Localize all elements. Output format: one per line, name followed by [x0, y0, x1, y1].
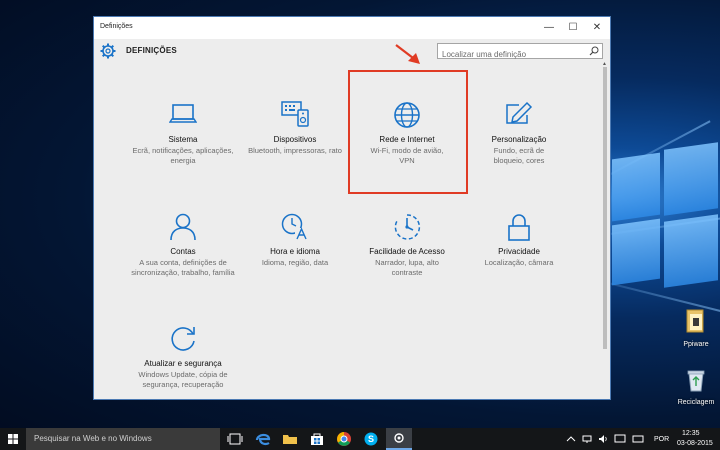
desktop-icon-ppiware[interactable]: Ppiware: [674, 308, 718, 348]
desktop-icon-reciclagem[interactable]: Reciclagem: [674, 368, 718, 406]
tile-title: Contas: [170, 247, 196, 256]
tile-personalizacao[interactable]: Personalização Fundo, ecrã de bloqueio, …: [464, 101, 574, 201]
store-icon: [311, 433, 323, 445]
clock-time[interactable]: 12:35: [682, 430, 700, 437]
scroll-up-arrow[interactable]: ▲: [602, 61, 607, 67]
tile-description: Idioma, região, data: [261, 258, 329, 267]
accessibility-icon: [394, 214, 421, 240]
page-title: DEFINIÇÕES: [126, 46, 177, 55]
search-icon[interactable]: [589, 46, 599, 56]
keyboard-icon[interactable]: [632, 434, 644, 444]
start-button[interactable]: [0, 428, 26, 450]
taskbar-settings[interactable]: [386, 428, 412, 450]
taskbar-store[interactable]: [304, 428, 330, 450]
windows-wallpaper-logo: [612, 142, 718, 292]
tile-description: Narrador, lupa, alto contraste: [375, 258, 439, 277]
taskbar: Pesquisar na Web e no Windows S POR 12:3…: [0, 428, 720, 450]
red-arrow-icon: [395, 44, 420, 64]
folder-icon: [686, 309, 704, 333]
devices-icon: [281, 101, 309, 127]
clock-date[interactable]: 03-08-2015: [677, 440, 713, 447]
tile-contas[interactable]: Contas A sua conta, definições de sincro…: [128, 213, 238, 313]
tile-hora-e-idioma[interactable]: Hora e idioma Idioma, região, data: [240, 213, 350, 313]
tile-description: Bluetooth, impressoras, rato: [248, 146, 342, 155]
personalization-icon: [506, 101, 533, 124]
tile-description: Ecrã, notificações, aplicações, energia: [132, 146, 234, 165]
tile-description: Windows Update, cópia de segurança, recu…: [138, 370, 228, 389]
tile-privacidade[interactable]: Privacidade Localização, câmara: [464, 213, 574, 313]
language-indicator[interactable]: POR: [654, 436, 669, 443]
close-button[interactable]: ✕: [590, 21, 604, 35]
tile-title: Facilidade de Acesso: [369, 247, 445, 256]
maximize-button[interactable]: ☐: [566, 21, 580, 35]
edge-icon: [255, 433, 271, 446]
notification-icon[interactable]: [614, 434, 626, 444]
person-icon: [170, 213, 196, 241]
laptop-icon: [169, 104, 197, 123]
tile-title: Dispositivos: [273, 135, 317, 144]
taskbar-search-text: Pesquisar na Web e no Windows: [34, 434, 152, 443]
tile-description: Localização, câmara: [484, 258, 554, 267]
tile-atualizar-e-seguranca[interactable]: Atualizar e segurança Windows Update, có…: [128, 325, 238, 399]
window-title: Definições: [100, 23, 133, 30]
tile-facilidade-de-acesso[interactable]: Facilidade de Acesso Narrador, lupa, alt…: [352, 213, 462, 313]
tile-title: Hora e idioma: [270, 247, 320, 256]
tile-description: A sua conta, definições de sincronização…: [131, 258, 235, 277]
settings-window: Definições — ☐ ✕ DEFINIÇÕES ▲: [93, 16, 611, 400]
tile-description: Fundo, ecrã de bloqueio, cores: [493, 146, 545, 165]
settings-header: DEFINIÇÕES: [94, 39, 610, 73]
minimize-button[interactable]: —: [542, 21, 556, 35]
title-bar[interactable]: Definições — ☐ ✕: [94, 17, 610, 39]
gear-icon: [394, 433, 404, 443]
svg-text:S: S: [368, 434, 374, 444]
tile-sistema[interactable]: Sistema Ecrã, notificações, aplicações, …: [128, 101, 238, 201]
tile-dispositivos[interactable]: Dispositivos Bluetooth, impressoras, rat…: [240, 101, 350, 201]
volume-icon[interactable]: [598, 434, 608, 444]
taskbar-file-explorer[interactable]: [277, 428, 303, 450]
tile-title: Sistema: [168, 135, 198, 144]
taskbar-chrome[interactable]: [331, 428, 357, 450]
task-view-icon: [227, 433, 243, 445]
tile-title: Atualizar e segurança: [144, 359, 222, 368]
highlight-box: [348, 70, 468, 194]
windows-logo-icon: [8, 434, 18, 444]
network-icon[interactable]: [582, 434, 592, 444]
taskbar-edge[interactable]: [250, 428, 276, 450]
skype-icon: S: [364, 432, 378, 446]
chrome-icon: [337, 432, 351, 446]
search-input[interactable]: [438, 47, 584, 62]
gear-icon: [100, 43, 116, 59]
scrollbar[interactable]: [603, 67, 607, 349]
task-view-button[interactable]: [222, 428, 248, 450]
folder-icon: [283, 435, 297, 444]
chevron-up-icon[interactable]: [566, 435, 576, 443]
desktop-icon-label: Ppiware: [683, 341, 709, 348]
recycle-bin-icon: [687, 370, 705, 392]
tile-title: Privacidade: [498, 247, 540, 256]
tile-title: Personalização: [491, 135, 547, 144]
desktop-icon-label: Reciclagem: [677, 399, 715, 406]
taskbar-skype[interactable]: S: [358, 428, 384, 450]
taskbar-search-box[interactable]: Pesquisar na Web e no Windows: [26, 428, 220, 450]
time-language-icon: [281, 213, 308, 240]
lock-icon: [508, 214, 530, 241]
update-icon: [171, 327, 195, 351]
search-box[interactable]: [437, 43, 603, 62]
